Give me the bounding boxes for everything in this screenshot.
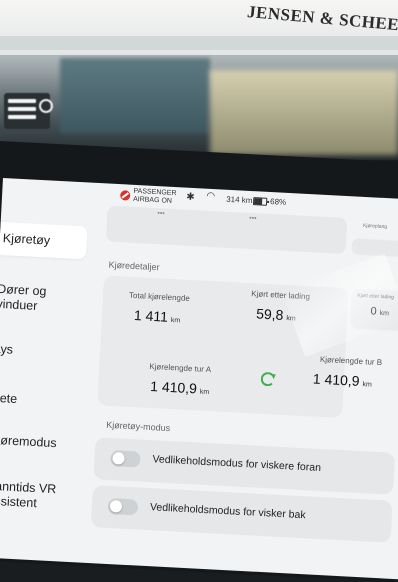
since-charge-value: 59,8 km [255, 305, 296, 323]
led-sign [4, 93, 53, 129]
side-stat-label: Kjørt etter lading [357, 292, 395, 301]
side-card-label: Kjøreplang [362, 222, 388, 231]
side-stat-card: Kjørt etter lading 0 km [349, 288, 398, 333]
ellipsis-icon: ••• [249, 214, 257, 223]
sidebar-item-label: Sete [0, 390, 18, 407]
driving-stats-card: Total kjørelengde 1 411 km Kjørt etter la… [97, 275, 382, 419]
sidebar-item-label: Kjøremodus [0, 432, 57, 451]
wiper-front-service-label: Vedlikeholdsmodus for viskere foran [152, 453, 322, 475]
store-window [210, 70, 398, 155]
sidebar-item-kjoremodus[interactable]: Kjøremodus [0, 433, 80, 453]
wiper-front-service-toggle[interactable] [110, 450, 141, 468]
sidebar-item-lys[interactable]: Lys [0, 342, 84, 362]
settings-main-panel: ••• ••• Kjøreplang Kjøredetaljer Total k… [83, 183, 398, 580]
trip-b-value: 1 410,9 km [312, 370, 372, 389]
total-distance-label: Total kjørelengde [128, 290, 191, 303]
ellipsis-icon: ••• [157, 210, 165, 218]
vehicle-settings-screen: Kjøretøy Dører og vinduer Lys Sete Kjøre… [0, 178, 398, 580]
ceiling-strip [0, 36, 398, 50]
since-charge-label: Kjørt etter lading [251, 289, 311, 302]
wiper-rear-service-row[interactable]: Vedlikeholdsmodus for visker bak [90, 485, 393, 543]
section-title-kjoretoy-modus: Kjøretøy-modus [105, 419, 171, 434]
settings-sidebar: Kjøretøy Dører og vinduer Lys Sete Kjøre… [0, 178, 98, 562]
trip-b-label: Kjørelengde tur B [319, 354, 383, 368]
reset-trip-icon[interactable] [260, 371, 276, 387]
sidebar-item-dorer-og-vinduer[interactable]: Dører og vinduer [0, 282, 87, 317]
section-title-kjoredetaljer: Kjøredetaljer [108, 259, 160, 273]
trip-a-label: Kjørelengde tur A [149, 361, 212, 375]
sidebar-item-label: Lys [0, 341, 14, 357]
background-photo: JENSEN & SCHEELE [0, 0, 398, 160]
wiper-rear-service-label: Vedlikeholdsmodus for visker bak [149, 501, 306, 522]
wiper-front-service-row[interactable]: Vedlikeholdsmodus for viskere foran [93, 437, 396, 495]
trip-a-value: 1 410,9 km [149, 378, 210, 397]
sidebar-item-sete[interactable]: Sete [0, 391, 82, 411]
sidebar-item-kjoretoy[interactable]: Kjøretøy [0, 221, 88, 260]
sidebar-item-label: Kjøretøy [2, 231, 51, 248]
total-distance-value: 1 411 km [133, 307, 181, 325]
side-card [351, 238, 398, 259]
sidebar-item-sanntids-vr-assistent[interactable]: Sanntids VR Assistent [0, 479, 77, 514]
wiper-rear-service-toggle[interactable] [107, 497, 139, 516]
store-wall [60, 58, 210, 133]
top-card: ••• ••• [105, 205, 348, 255]
side-stat-value: 0 km [370, 305, 390, 318]
